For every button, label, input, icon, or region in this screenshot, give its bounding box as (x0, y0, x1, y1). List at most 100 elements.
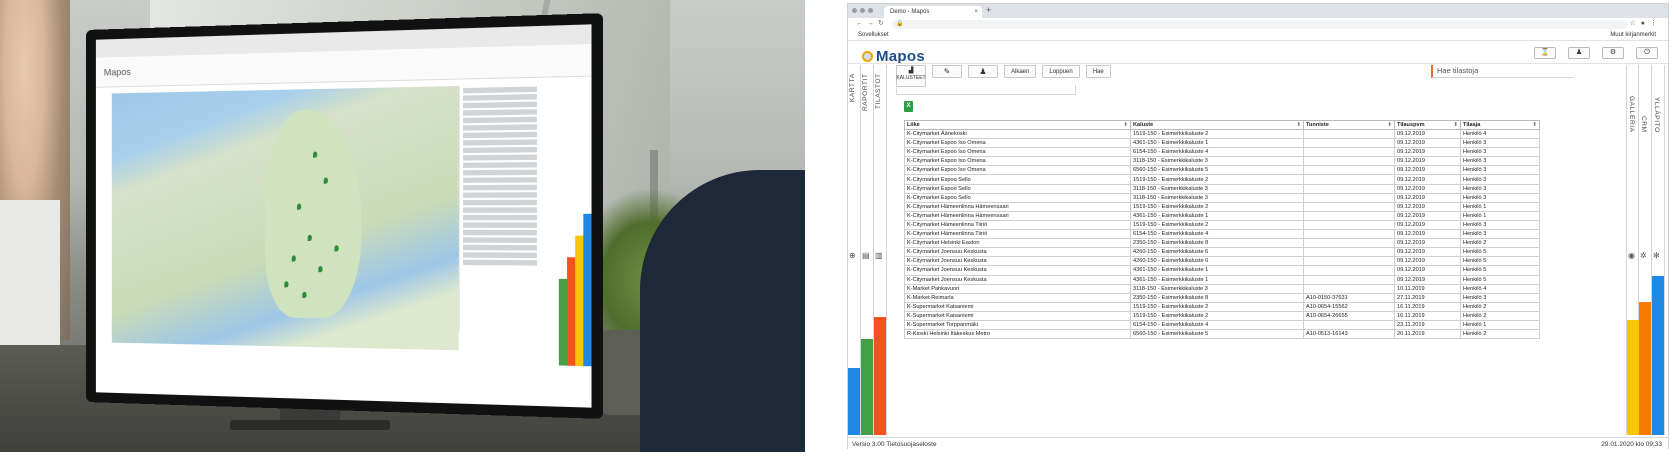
address-input[interactable]: 🔒 (892, 20, 1628, 29)
stats-toolbar: ▟ KALUSTEET ✎ ♟ Alkaen Loppuen Hae (896, 65, 1111, 87)
table-cell (1303, 138, 1395, 149)
col-tilauspvm[interactable]: Tilauspvm ⬍ (1394, 120, 1461, 130)
map-marker (334, 245, 339, 252)
gauge-right-2 (1639, 302, 1651, 435)
map-marker (307, 234, 312, 241)
table-cell: K-Citymarket Espoo Sello (904, 174, 1131, 185)
nav-galleria[interactable]: GALLERIA ◉ (1626, 65, 1639, 435)
table-row[interactable]: K-Citymarket Joensuu Keskusta 4260-150 - … (904, 247, 1540, 258)
sort-icon[interactable]: ⬍ (1123, 122, 1128, 128)
table-cell: 1519-150 - Esimerkkikaluste 2 (1130, 201, 1304, 212)
col-tunniste[interactable]: Tunniste ⬍ (1303, 120, 1395, 130)
mini-store-list (458, 84, 541, 333)
bookmark-other[interactable]: Muut kirjanmerkit (1610, 32, 1656, 38)
header-actions: ⌛ ♟ ⚙ ⏻ (1534, 47, 1658, 59)
nav-tilastot[interactable]: TILASTOT ▥ (874, 65, 887, 435)
users-icon[interactable]: ♟ (1568, 47, 1590, 59)
table-cell (1303, 229, 1395, 240)
table-row[interactable]: K-Citymarket Espoo Sello 1519-150 - Esime… (904, 174, 1540, 185)
table-row[interactable]: K-Supermarket Torppanmäki 6154-150 - Esim… (904, 319, 1540, 331)
sort-icon[interactable]: ⬍ (1296, 122, 1301, 128)
table-cell (1303, 265, 1395, 276)
settings-icon[interactable]: ⚙ (1602, 47, 1624, 59)
lock-icon: 🔒 (896, 21, 904, 27)
table-cell: Henkilö 5 (1460, 274, 1540, 285)
nav-tilastot-label: TILASTOT (875, 73, 882, 109)
nav-raportit[interactable]: RAPORTIT ▤ (861, 65, 874, 435)
sort-icon[interactable]: ⬍ (1453, 122, 1458, 128)
mini-map (111, 86, 459, 351)
table-cell: 09.12.2019 (1394, 156, 1461, 167)
power-icon[interactable]: ⏻ (1636, 47, 1658, 59)
gear-icon: ✻ (1653, 251, 1660, 260)
user-icon: ♟ (979, 67, 987, 76)
table-row[interactable]: K-Citymarket Espoo Iso Omena 3118-150 - E… (904, 156, 1540, 167)
nav-crm[interactable]: CRM ✲ (1639, 65, 1652, 435)
bookmark-apps[interactable]: Sovellukset (858, 32, 889, 38)
table-row[interactable]: K-Citymarket Espoo Iso Omena 4361-150 - E… (904, 138, 1540, 149)
stats-search-input[interactable]: Hae tilastoja (1431, 65, 1573, 78)
table-cell (1303, 319, 1395, 331)
mini-gauge (575, 235, 584, 367)
sort-icon[interactable]: ⬍ (1387, 122, 1392, 128)
crm-icon: ✲ (1640, 251, 1647, 260)
table-cell: 1519-150 - Esimerkkikaluste 2 (1130, 310, 1304, 321)
alkaen-field[interactable]: Alkaen (1004, 65, 1037, 78)
table-row[interactable]: K-Citymarket Äänekoski 1519-150 - Esimerk… (904, 128, 1540, 140)
table-row[interactable]: K-Citymarket Espoo Iso Omena 6560-150 - E… (904, 165, 1540, 176)
sort-icon[interactable]: ⬍ (1532, 122, 1537, 128)
table-cell: 09.12.2019 (1394, 147, 1461, 158)
table-row[interactable]: K-Market Pahkavuori 3118-150 - Esimerkkik… (904, 283, 1540, 294)
nav-kartta[interactable]: KARTTA ⊕ (848, 65, 861, 435)
right-sidebar: GALLERIA ◉ CRM ✲ YLLÄPITO ✻ (1626, 65, 1668, 435)
table-row[interactable]: K-Citymarket Espoo Iso Omena 6154-150 - E… (904, 147, 1540, 158)
table-row[interactable]: K-Citymarket Hämeenlinna Tiiriö 1519-150 … (904, 219, 1540, 231)
new-tab-button[interactable]: + (986, 5, 991, 15)
table-cell: 09.12.2019 (1394, 274, 1461, 285)
hourglass-icon[interactable]: ⌛ (1534, 47, 1556, 59)
hae-button[interactable]: Hae (1085, 65, 1111, 78)
browser-actions[interactable]: ☆●⋮ (1629, 19, 1662, 27)
table-cell: 4260-150 - Esimerkkikaluste 6 (1130, 256, 1304, 267)
table-row[interactable]: K-Citymarket Joensuu Keskusta 4361-150 - … (904, 265, 1540, 276)
excel-icon[interactable]: X (904, 101, 913, 112)
camera-icon: ◉ (1628, 251, 1635, 260)
nav-buttons[interactable]: ←→↻ (856, 19, 888, 27)
mini-gauge (567, 257, 576, 366)
table-row[interactable]: K-Citymarket Hämeenlinna Hämeensaari 1519… (904, 201, 1540, 212)
col-kaluste-label: Kaluste (1133, 122, 1154, 128)
table-row[interactable]: K-Market Reimarla 2350-150 - Esimerkkikal… (904, 292, 1540, 303)
table-row[interactable]: K-Supermarket Kaisaniemi 1519-150 - Esime… (904, 301, 1540, 312)
user-button[interactable]: ♟ (968, 65, 998, 78)
col-kaluste[interactable]: Kaluste ⬍ (1130, 120, 1304, 130)
table-cell: Henkilö 3 (1460, 165, 1540, 176)
close-tab-icon[interactable]: × (974, 9, 978, 15)
nav-yllapito[interactable]: YLLÄPITO ✻ (1652, 65, 1665, 435)
col-tilaaja[interactable]: Tilaaja ⬍ (1460, 120, 1540, 130)
table-row[interactable]: K-Citymarket Helsinki Easton 2350-150 - E… (904, 238, 1540, 249)
bookmarks-bar: Sovellukset Muut kirjanmerkit (848, 30, 1668, 41)
col-liike[interactable]: Liike ⬍ (904, 120, 1131, 130)
table-row[interactable]: K-Citymarket Hämeenlinna Hämeensaari 4361… (904, 210, 1540, 221)
table-cell: 09.12.2019 (1394, 138, 1461, 149)
window-controls[interactable] (852, 8, 873, 13)
table-cell (1303, 192, 1395, 203)
table-row[interactable]: K-Citymarket Espoo Sello 3118-150 - Esime… (904, 192, 1540, 203)
table-cell: 2350-150 - Esimerkkikaluste 8 (1130, 292, 1304, 303)
monitor-stand-base (230, 420, 390, 430)
tab-demo-mapos[interactable]: Demo - Mapos × (884, 6, 982, 18)
attachment-button[interactable]: ✎ (932, 65, 962, 78)
globe-icon: ⊕ (849, 251, 856, 260)
table-row[interactable]: K-Citymarket Hämeenlinna Tiiriö 6154-150 … (904, 229, 1540, 240)
table-row[interactable]: K-Citymarket Joensuu Keskusta 4260-150 - … (904, 256, 1540, 267)
table-cell: 09.12.2019 (1394, 256, 1461, 267)
table-cell: 4361-150 - Esimerkkikaluste 1 (1130, 274, 1304, 285)
table-header-row: Liike ⬍ Kaluste ⬍ Tunniste ⬍ Tilauspvm ⬍ Til… (904, 120, 1540, 130)
table-row[interactable]: K-Supermarket Kaisaniemi 1519-150 - Esime… (904, 310, 1540, 321)
table-row[interactable]: K-Citymarket Espoo Sello 3118-150 - Esime… (904, 183, 1540, 194)
table-row[interactable]: K-Citymarket Joensuu Keskusta 4361-150 - … (904, 274, 1540, 285)
loppuen-field[interactable]: Loppuen (1042, 65, 1080, 78)
tab-kalusteet[interactable]: ▟ KALUSTEET (896, 65, 926, 87)
table-row[interactable]: R-Kioski Helsinki Itäkeskus Metro 6560-15… (904, 329, 1540, 340)
gauge-left-3 (874, 317, 886, 435)
